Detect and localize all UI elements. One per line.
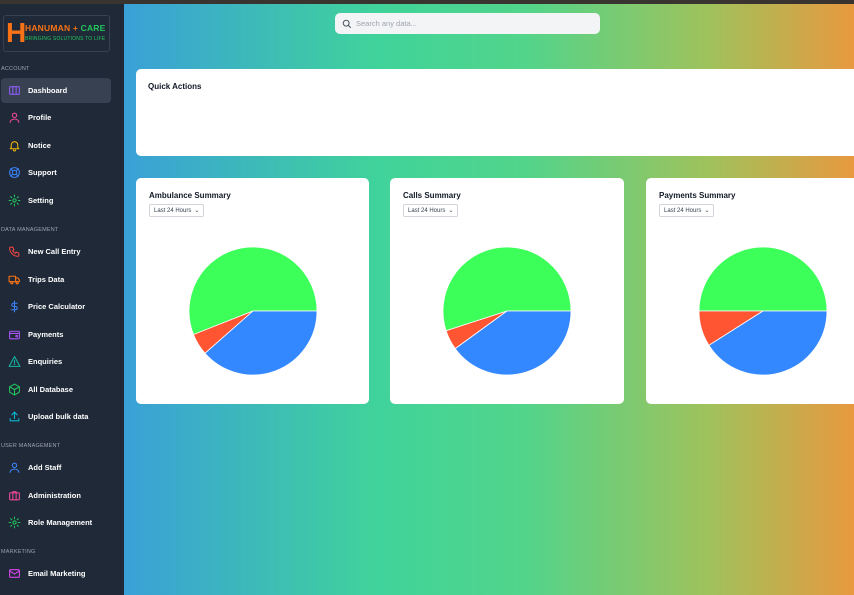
quick-actions-panel: Quick Actions Add New Call Data All Trip…	[136, 69, 854, 156]
calls-summary-card: Calls Summary Last 24 Hours ⌄	[390, 178, 624, 404]
sidebar-item-all-database[interactable]: All Database	[1, 377, 111, 402]
sidebar-item-dashboard[interactable]: Dashboard	[1, 78, 111, 103]
quick-actions-title: Quick Actions	[148, 82, 202, 91]
sidebar: H HANUMAN + CARE BRINGING SOLUTIONS TO L…	[0, 4, 124, 595]
warning-icon	[7, 355, 21, 369]
brand-name: HANUMAN + CARE	[25, 23, 106, 33]
sidebar-item-label: Add Staff	[28, 463, 62, 472]
all-trip-details-button[interactable]: All Trip Details	[390, 103, 479, 132]
user-icon	[7, 111, 21, 125]
section-marketing: MARKETING	[1, 549, 36, 555]
sidebar-item-label: Payments	[28, 330, 64, 339]
ambulance-period-select[interactable]: Last 24 Hours ⌄	[149, 204, 205, 217]
briefcase-icon	[7, 489, 21, 503]
search-icon	[342, 19, 352, 28]
sidebar-item-notice[interactable]: Notice	[1, 133, 111, 158]
sidebar-item-label: Trips Data	[28, 275, 65, 284]
payments-period-select[interactable]: Last 24 Hours ⌄	[659, 204, 715, 217]
sidebar-item-email-marketing[interactable]: Email Marketing	[1, 561, 111, 586]
truck-icon	[7, 273, 21, 287]
search-bar[interactable]	[335, 13, 600, 34]
payments-pie-chart	[698, 246, 828, 376]
chevron-down-icon: ⌄	[448, 208, 454, 214]
sidebar-item-label: Upload bulk data	[28, 412, 89, 421]
sidebar-item-label: Role Management	[28, 518, 93, 527]
sidebar-item-label: Setting	[28, 196, 54, 205]
phone-forward-icon	[561, 112, 572, 123]
ambulance-pie-chart	[188, 246, 318, 376]
bell-icon	[7, 139, 21, 153]
gear-icon	[7, 194, 21, 208]
chevron-down-icon: ⌄	[704, 208, 710, 214]
mail-icon	[7, 567, 21, 581]
sidebar-item-trips-data[interactable]: Trips Data	[1, 267, 111, 292]
sidebar-item-add-staff[interactable]: Add Staff	[1, 455, 111, 480]
sidebar-item-label: New Call Entry	[28, 247, 81, 256]
lifebuoy-icon	[7, 166, 21, 180]
payments-summary-card: Payments Summary Last 24 Hours ⌄	[646, 178, 854, 404]
brand-logo[interactable]: H HANUMAN + CARE BRINGING SOLUTIONS TO L…	[3, 15, 110, 52]
sidebar-item-administration[interactable]: Administration	[1, 483, 111, 508]
sidebar-item-payments[interactable]: Payments	[1, 322, 111, 347]
sidebar-item-profile[interactable]: Profile	[1, 105, 111, 130]
truck-icon	[400, 114, 411, 122]
add-new-call-data-button[interactable]: Add New Call Data	[213, 103, 318, 132]
payments-summary-title: Payments Summary	[659, 191, 736, 200]
follow-up-call-label: Follow Up Call	[577, 113, 630, 122]
main-content: Quick Actions Add New Call Data All Trip…	[124, 4, 854, 595]
wallet-icon	[7, 328, 21, 342]
section-account: ACCOUNT	[1, 66, 30, 72]
calls-period-select[interactable]: Last 24 Hours ⌄	[403, 204, 459, 217]
calls-pie-chart	[442, 246, 572, 376]
dashboard-icon	[7, 84, 21, 98]
sidebar-item-upload-bulk-data[interactable]: Upload bulk data	[1, 404, 111, 429]
calls-summary-title: Calls Summary	[403, 191, 461, 200]
sidebar-item-setting[interactable]: Setting	[1, 188, 111, 213]
follow-up-call-button[interactable]: Follow Up Call	[551, 103, 639, 132]
dollar-icon	[724, 112, 731, 123]
all-trip-details-label: All Trip Details	[416, 113, 470, 122]
chevron-down-icon: ⌄	[194, 208, 200, 214]
gear-icon	[7, 516, 21, 530]
sidebar-item-label: Dashboard	[28, 86, 68, 95]
sidebar-item-price-calculator[interactable]: Price Calculator	[1, 294, 111, 319]
payments-data-label: Payments Data	[738, 113, 793, 122]
pie-green-slice[interactable]	[698, 246, 828, 312]
sidebar-item-label: Notice	[28, 141, 51, 150]
logo-letter: H	[6, 17, 27, 48]
ambulance-summary-title: Ambulance Summary	[149, 191, 231, 200]
dollar-icon	[7, 300, 21, 314]
user-icon	[7, 461, 21, 475]
sidebar-item-label: Enquiries	[28, 357, 63, 366]
sidebar-item-label: Email Marketing	[28, 569, 86, 578]
cube-icon	[7, 383, 21, 397]
sidebar-item-support[interactable]: Support	[1, 160, 111, 185]
sidebar-item-label: Support	[28, 168, 57, 177]
search-input[interactable]	[356, 19, 586, 28]
phone-call-icon	[224, 112, 235, 123]
upload-icon	[7, 410, 21, 424]
sidebar-item-role-management[interactable]: Role Management	[1, 510, 111, 535]
sidebar-item-enquiries[interactable]: Enquiries	[1, 349, 111, 374]
sidebar-item-label: All Database	[28, 385, 74, 394]
sidebar-item-label: Profile	[28, 113, 52, 122]
sidebar-item-label: Administration	[28, 491, 81, 500]
ambulance-summary-card: Ambulance Summary Last 24 Hours ⌄	[136, 178, 369, 404]
section-data-management: DATA MANAGEMENT	[1, 227, 59, 233]
brand-tagline: BRINGING SOLUTIONS TO LIFE	[25, 36, 106, 42]
payments-data-button[interactable]: Payments Data	[712, 103, 802, 132]
add-new-call-data-label: Add New Call Data	[240, 113, 308, 122]
section-user-management: USER MANAGEMENT	[1, 443, 61, 449]
sidebar-item-new-call-entry[interactable]: New Call Entry	[1, 239, 111, 264]
sidebar-item-label: Price Calculator	[28, 302, 86, 311]
phone-icon	[7, 245, 21, 259]
